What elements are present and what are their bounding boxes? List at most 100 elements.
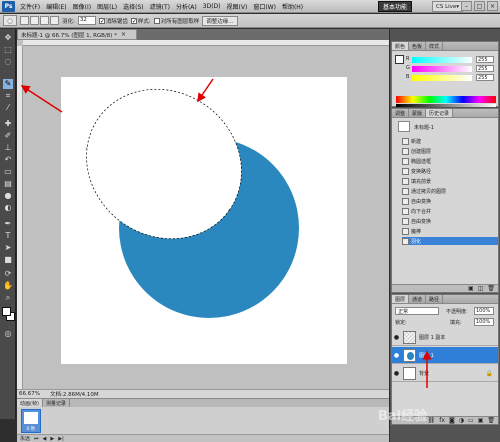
layer-row-active[interactable]: ● 图层 1: [392, 347, 498, 364]
blue-value[interactable]: 255: [476, 74, 494, 81]
history-item[interactable]: 魔棒: [402, 227, 498, 235]
tab-history[interactable]: 历史记录: [426, 109, 454, 117]
crop-tool-icon[interactable]: ⌗: [3, 91, 13, 101]
clone-stamp-tool-icon[interactable]: ⊥: [3, 143, 13, 153]
animation-frame[interactable]: 0 秒: [21, 409, 41, 433]
blue-slider[interactable]: [412, 75, 472, 81]
tab-close-icon[interactable]: ×: [121, 31, 126, 38]
tab-animation-frames[interactable]: 动画(帧): [17, 399, 43, 407]
new-layer-icon[interactable]: ▣: [478, 417, 484, 424]
lasso-tool-preset-icon[interactable]: ◌: [3, 15, 17, 26]
menu-filter[interactable]: 滤镜(T): [147, 2, 173, 11]
history-snapshot-label[interactable]: 未标题-1: [414, 124, 434, 131]
prev-frame-icon[interactable]: ◀: [43, 436, 47, 442]
tab-color[interactable]: 颜色: [392, 42, 410, 50]
eyedropper-tool-icon[interactable]: ⁄: [3, 103, 13, 113]
canvas[interactable]: [17, 40, 389, 389]
quick-mask-icon[interactable]: ◎: [3, 329, 13, 339]
type-tool-icon[interactable]: T: [3, 231, 13, 241]
frame-delay[interactable]: 0 秒: [22, 426, 40, 432]
status-zoom[interactable]: 66.67%: [19, 391, 40, 397]
adjustment-layer-icon[interactable]: ◑: [459, 417, 464, 424]
green-slider[interactable]: [412, 66, 472, 72]
continuous-checkbox[interactable]: 样式:: [130, 17, 151, 25]
healing-tool-icon[interactable]: ✚: [3, 119, 13, 129]
red-slider[interactable]: [412, 57, 472, 63]
history-item[interactable]: 填充前景: [402, 177, 498, 185]
blend-mode-select[interactable]: 正常: [395, 307, 439, 315]
new-snapshot-icon[interactable]: ◫: [478, 285, 484, 292]
checkbox-icon[interactable]: [153, 18, 160, 24]
menu-layer[interactable]: 图层(L): [94, 2, 120, 11]
new-document-from-state-icon[interactable]: ▣: [468, 285, 474, 292]
more-workspaces[interactable]: »: [408, 2, 412, 9]
layer-row[interactable]: ● 背景 🔒: [392, 365, 498, 382]
3d-rotate-tool-icon[interactable]: ⟳: [3, 269, 13, 279]
document-tab[interactable]: 未标题-1 @ 66.7% (图层 1, RGB/8) * ×: [17, 29, 137, 40]
menu-window[interactable]: 窗口(W): [250, 2, 279, 11]
link-layers-icon[interactable]: ⛓: [428, 417, 436, 424]
eraser-tool-icon[interactable]: ▭: [3, 167, 13, 177]
trash-icon[interactable]: 🗑: [487, 285, 495, 292]
tab-adjustments[interactable]: 调整: [392, 109, 410, 117]
tab-paths[interactable]: 路径: [426, 295, 444, 303]
tab-masks[interactable]: 蒙版: [409, 109, 427, 117]
trash-icon[interactable]: 🗑: [487, 417, 495, 424]
menu-help[interactable]: 帮助(H): [279, 2, 306, 11]
quick-selection-tool-icon[interactable]: ✎: [3, 79, 13, 89]
foreground-color-swatch[interactable]: [2, 307, 11, 316]
history-item[interactable]: 椭圆选框: [402, 157, 498, 165]
play-icon[interactable]: ▶: [50, 436, 54, 442]
hand-tool-icon[interactable]: ✋: [3, 281, 13, 291]
antialias-checkbox[interactable]: 消除锯齿: [98, 17, 128, 25]
add-selection-icon[interactable]: [30, 16, 39, 25]
opacity-input[interactable]: 100%: [474, 307, 494, 315]
history-item[interactable]: 通过拷贝的图层: [402, 187, 498, 195]
history-item[interactable]: 新建: [402, 137, 498, 145]
eye-icon[interactable]: ●: [392, 334, 401, 341]
tab-swatches[interactable]: 色板: [409, 42, 427, 50]
add-mask-icon[interactable]: ◙: [449, 417, 455, 424]
marquee-tool-icon[interactable]: ⬚: [3, 45, 13, 55]
new-selection-icon[interactable]: [20, 16, 29, 25]
cs-live-button[interactable]: CS Live▾: [432, 1, 464, 12]
eye-icon[interactable]: ●: [392, 370, 401, 377]
intersect-selection-icon[interactable]: [50, 16, 59, 25]
gradient-tool-icon[interactable]: ▤: [3, 179, 13, 189]
tab-layers[interactable]: 图层: [392, 295, 410, 303]
blur-tool-icon[interactable]: ●: [3, 191, 13, 201]
history-item-active[interactable]: 羽化: [402, 237, 498, 245]
path-selection-tool-icon[interactable]: ➤: [3, 243, 13, 253]
workspace-button[interactable]: 基本功能: [378, 1, 413, 12]
layer-style-icon[interactable]: fx: [439, 417, 445, 424]
history-item[interactable]: 自由变换: [402, 197, 498, 205]
tab-measurement-log[interactable]: 测量记录: [43, 399, 70, 407]
menu-image[interactable]: 图像(I): [70, 2, 94, 11]
checkbox-icon[interactable]: [130, 18, 137, 24]
brush-tool-icon[interactable]: ✐: [3, 131, 13, 141]
history-item[interactable]: 创建图层: [402, 147, 498, 155]
new-group-icon[interactable]: ▭: [468, 417, 474, 424]
zoom-tool-icon[interactable]: ⌕: [3, 293, 13, 303]
subtract-selection-icon[interactable]: [40, 16, 49, 25]
history-brush-tool-icon[interactable]: ↶: [3, 155, 13, 165]
sample-all-layers-checkbox[interactable]: 对所有图层取样: [153, 17, 199, 25]
next-frame-icon[interactable]: ▶|: [58, 436, 64, 442]
grayscale-ramp[interactable]: [396, 104, 496, 107]
maximize-icon[interactable]: □: [474, 1, 485, 11]
green-value[interactable]: 255: [476, 65, 494, 72]
loop-select[interactable]: 永远: [20, 435, 30, 442]
eye-icon[interactable]: ●: [392, 352, 401, 359]
menu-analysis[interactable]: 分析(A): [173, 2, 200, 11]
history-item[interactable]: 向下合并: [402, 207, 498, 215]
shape-tool-icon[interactable]: ■: [3, 255, 13, 265]
tab-channels[interactable]: 通道: [409, 295, 427, 303]
pen-tool-icon[interactable]: ✒: [3, 219, 13, 229]
history-item[interactable]: 自由变换: [402, 217, 498, 225]
minimize-icon[interactable]: –: [461, 1, 472, 11]
refine-edge-button[interactable]: 调整边缘...: [202, 15, 238, 26]
lasso-tool-icon[interactable]: ◌: [3, 57, 13, 67]
close-icon[interactable]: ×: [487, 1, 498, 11]
dodge-tool-icon[interactable]: ◐: [3, 203, 13, 213]
fill-input[interactable]: 100%: [474, 318, 494, 326]
